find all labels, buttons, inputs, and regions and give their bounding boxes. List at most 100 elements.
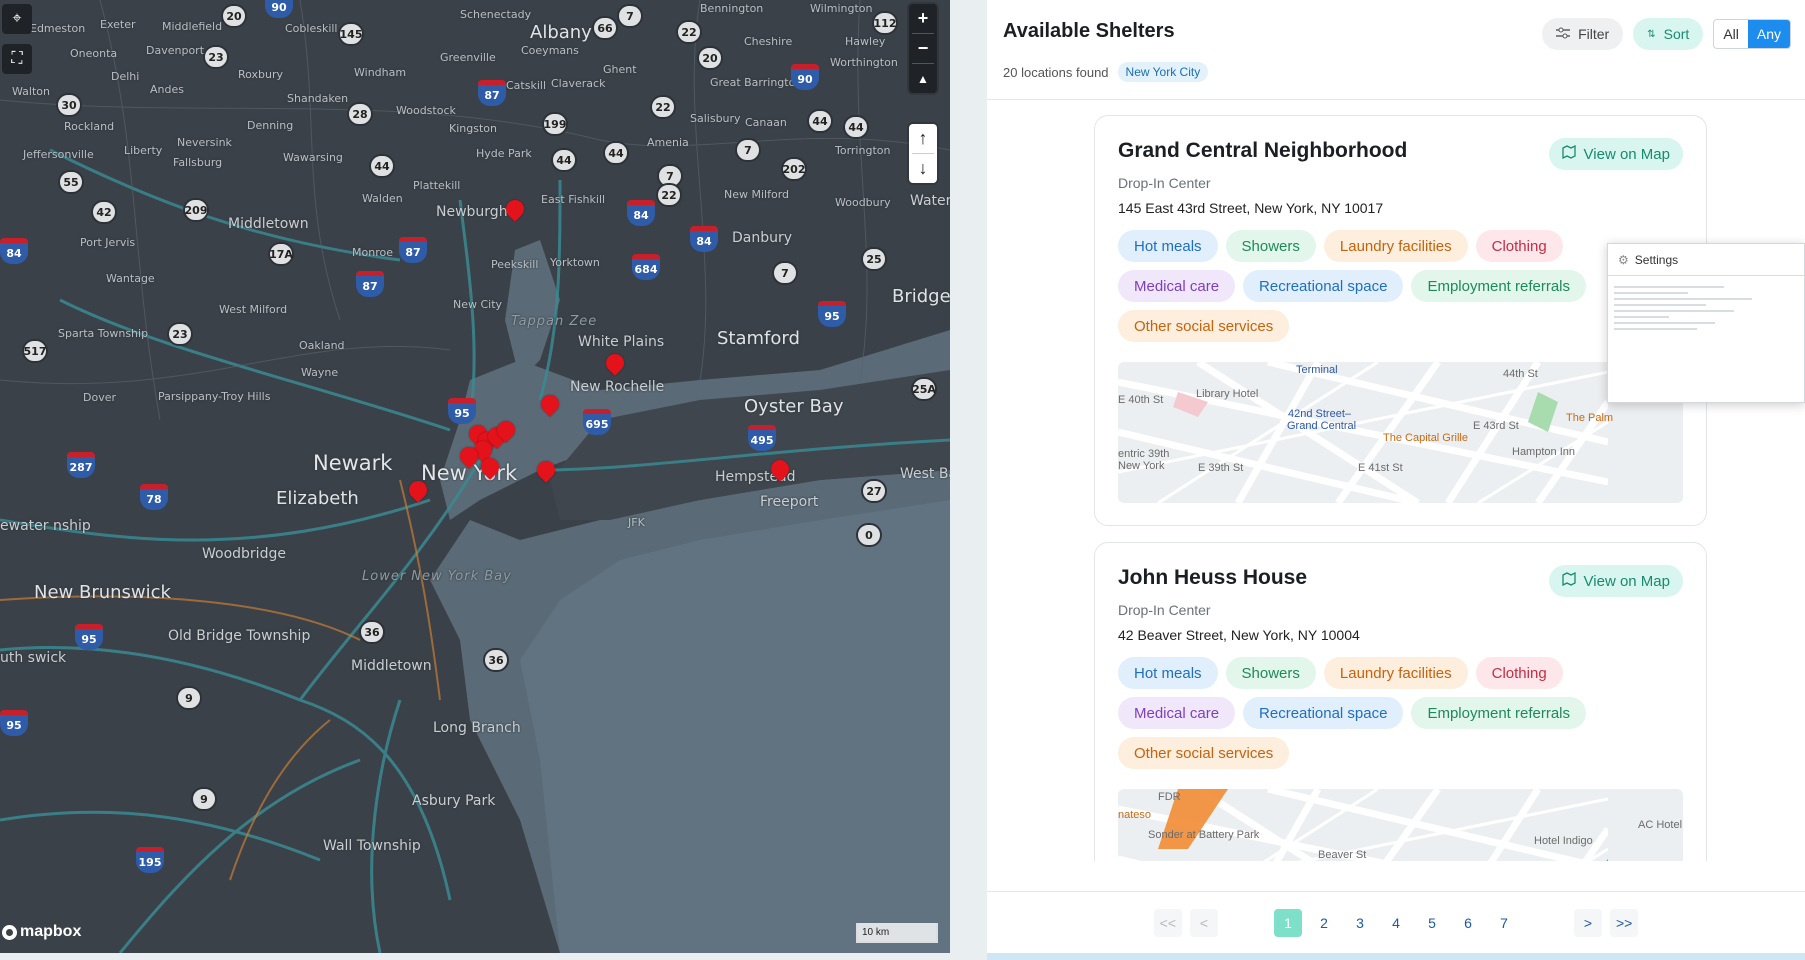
mini-map-label: Grand Central [1287,420,1357,432]
service-tag: Showers [1225,230,1316,262]
mini-map-label: The Palm [1566,412,1614,424]
first-page-button[interactable]: << [1153,908,1182,937]
fullscreen-button[interactable]: ⛶ [2,44,32,74]
next-page-button[interactable]: > [1574,908,1602,937]
route-shield: 23 [167,322,193,346]
service-tag: Showers [1225,657,1316,689]
fullscreen-icon: ⛶ [11,50,23,67]
map-place-label: Elizabeth [276,488,359,509]
map-place-label: Monroe [352,246,393,259]
map-place-label: Newark [313,451,393,475]
filter-button[interactable]: Filter [1542,18,1624,50]
zoom-in-button[interactable]: + [909,4,937,33]
shelter-card[interactable]: John Heuss House View on Map Drop-In Cen… [1094,542,1707,861]
map-place-label: Davenport [146,44,205,57]
match-any-option[interactable]: Any [1747,20,1790,48]
route-shield: 44 [369,154,395,178]
mini-map-label: 44th St [1503,368,1538,380]
view-on-map-button[interactable]: View on Map [1548,138,1683,170]
service-tag: Clothing [1475,230,1563,262]
map-place-label: Claverack [551,77,606,90]
shelter-panel: Available Shelters 20 locations found Ne… [987,0,1805,953]
interstate-shield: 684 [632,254,660,280]
interstate-shield: 495 [748,425,776,451]
shelter-address: 145 East 43rd Street, New York, NY 10017 [1118,200,1384,216]
pagination: << < 1234567 > >> [987,891,1805,953]
route-shield: 28 [347,102,373,126]
map-place-label: Middletown [351,658,432,674]
shelter-list[interactable]: Grand Central Neighborhood View on Map D… [1094,115,1707,861]
route-shield: 9 [176,686,202,710]
map-place-label: Walton [12,85,50,98]
map-place-label: Tappan Zee [511,314,598,329]
zoom-out-button[interactable]: − [909,34,937,63]
mini-map-streets [1118,362,1608,503]
service-tag: Recreational space [1243,270,1404,302]
page-number-button[interactable]: 6 [1454,909,1482,937]
mini-map-label: Terminal [1296,364,1338,376]
page-number-button[interactable]: 2 [1310,909,1338,937]
shelter-type: Drop-In Center [1118,175,1211,191]
map-place-label: Parsippany-Troy Hills [158,390,271,403]
service-tag: Clothing [1475,657,1563,689]
map-view[interactable]: Exeter Edmeston Middlefield Cobleskill Schen… [0,0,950,953]
route-shield: 7 [772,261,798,285]
interstate-shield: 695 [583,409,611,435]
sort-button[interactable]: ⇅ Sort [1633,18,1704,50]
route-shield: 209 [183,198,209,222]
mini-map[interactable]: Terminal 44th St Library Hotel E 40th St 42n… [1118,362,1683,503]
route-shield: 36 [359,620,385,644]
city-badge[interactable]: New York City [1117,62,1209,82]
page-number-button[interactable]: 3 [1346,909,1374,937]
service-tag: Hot meals [1118,657,1218,689]
page-number-button[interactable]: 7 [1490,909,1518,937]
panel-header: Available Shelters 20 locations found Ne… [987,0,1805,100]
sliders-icon [1556,26,1571,42]
map-place-label: White Plains [578,334,665,350]
route-shield: 7 [617,4,643,28]
map-place-label: Oneonta [70,47,118,60]
match-all-option[interactable]: All [1714,20,1748,48]
route-shield: 22 [656,183,682,207]
service-tag: Recreational space [1243,697,1404,729]
page-numbers: 1234567 [1274,908,1518,937]
map-place-label: Great Barrington [710,76,803,89]
map-place-label: Exeter [100,18,136,31]
geolocate-button[interactable]: ⌖ [2,4,32,34]
service-tags: Hot meals Showers Laundry facilities Clothi… [1118,657,1683,769]
prev-page-button[interactable]: < [1190,908,1218,937]
sort-label: Sort [1663,26,1690,42]
crosshair-icon: ⌖ [12,10,22,27]
map-place-label: Middletown [228,216,309,232]
mini-map-label: nateso [1118,809,1152,821]
map-place-label: Oyster Bay [744,396,844,417]
mini-map-label: Library Hotel [1196,388,1259,400]
route-shield: 517 [22,339,48,363]
page-number-button[interactable]: 5 [1418,909,1446,937]
map-place-label: Sparta Township [58,327,149,340]
map-place-label: West Milford [219,303,288,316]
pitch-down-button[interactable]: ↓ [909,154,937,183]
route-shield: 44 [603,141,629,165]
map-place-label: Freeport [760,494,819,510]
page-number-button[interactable]: 1 [1274,908,1302,937]
service-tag: Other social services [1118,310,1290,342]
mini-map[interactable]: FDR nateso Sonder at Battery Park AC Hotel H… [1118,789,1683,861]
last-page-button[interactable]: >> [1610,908,1639,937]
interstate-shield: 287 [67,452,95,478]
map-place-label: New Milford [724,188,790,201]
compass-button[interactable]: ▲ [909,64,937,93]
map-place-label: Catskill [506,79,547,92]
map-place-label: Wantage [106,272,155,285]
route-shield: 23 [203,45,229,69]
service-tags: Hot meals Showers Laundry facilities Clothi… [1118,230,1683,342]
interstate-shield: 84 [627,200,655,226]
pitch-up-button[interactable]: ↑ [909,124,937,153]
page-number-button[interactable]: 4 [1382,909,1410,937]
view-on-map-button[interactable]: View on Map [1548,565,1683,597]
settings-window-thumbnail[interactable]: ⚙ Settings [1607,243,1805,403]
map-place-label: Hawley [845,35,886,48]
filter-label: Filter [1578,26,1610,42]
route-shield: 36 [483,648,509,672]
map-place-label: Fallsburg [173,156,223,169]
